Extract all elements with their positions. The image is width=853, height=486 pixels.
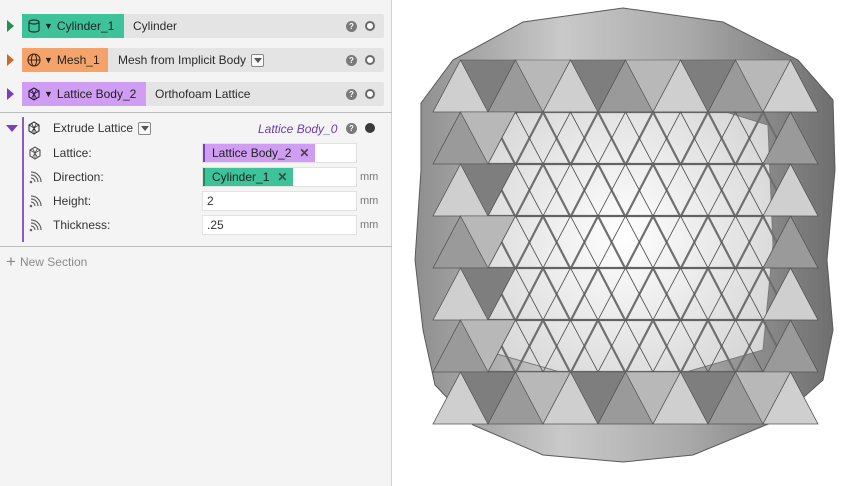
param-label: Lattice:	[53, 146, 92, 160]
help-icon[interactable]: ?	[346, 55, 357, 66]
chevron-down-icon[interactable]: ▼	[44, 89, 53, 99]
tag-label: Cylinder_1	[212, 170, 270, 184]
lattice-tag[interactable]: Lattice Body_2 ✕	[203, 144, 316, 162]
signal-icon	[29, 171, 42, 184]
help-icon[interactable]: ?	[346, 123, 357, 134]
param-label: Direction:	[53, 170, 104, 184]
extrude-title: Extrude Lattice	[53, 121, 134, 135]
param-row-height: Height: 2 mm	[24, 189, 384, 213]
node-name: Lattice Body_2	[56, 87, 137, 101]
node-row-cylinder[interactable]: ▼ Cylinder_1 Cylinder ?	[0, 11, 392, 41]
signal-icon	[29, 195, 42, 208]
left-panel: ▼ Cylinder_1 Cylinder ? ▼ Mesh_1 Mesh fr…	[0, 0, 392, 486]
signal-icon	[29, 219, 42, 232]
remove-icon[interactable]: ✕	[299, 146, 309, 160]
field-value: .25	[207, 218, 224, 232]
cylinder-pill[interactable]: ▼ Cylinder_1	[22, 14, 124, 38]
node-name: Cylinder_1	[56, 19, 115, 33]
extrude-lattice-block: Extrude Lattice Lattice Body_0 ? Lattice…	[0, 112, 392, 247]
help-icon[interactable]: ?	[346, 89, 357, 100]
help-icon[interactable]: ?	[346, 21, 357, 32]
node-description: Cylinder	[133, 19, 178, 33]
cylinder-icon	[28, 19, 40, 33]
extrude-title-wrap: Extrude Lattice	[53, 121, 152, 135]
lattice-body-pill[interactable]: ▼ Lattice Body_2	[22, 82, 146, 106]
visibility-icon[interactable]	[365, 89, 375, 99]
lattice-field[interactable]: Lattice Body_2 ✕	[202, 143, 357, 163]
lattice-cube-icon	[29, 146, 41, 160]
unit-label: mm	[360, 219, 379, 231]
lattice-render	[414, 7, 836, 463]
thickness-input[interactable]: .25	[202, 215, 357, 235]
tag-label: Lattice Body_2	[212, 146, 292, 160]
remove-icon[interactable]: ✕	[277, 170, 287, 184]
param-label: Height:	[53, 194, 92, 208]
lattice-cube-icon	[28, 87, 40, 101]
expand-arrow-icon[interactable]	[7, 54, 14, 66]
dropdown-icon[interactable]	[138, 121, 152, 135]
direction-field[interactable]: Cylinder_1 ✕	[202, 167, 357, 187]
node-row-mesh[interactable]: ▼ Mesh_1 Mesh from Implicit Body ?	[0, 45, 392, 75]
node-description-wrap: Mesh from Implicit Body	[118, 48, 265, 72]
unit-label: mm	[360, 171, 379, 183]
height-input[interactable]: 2	[202, 191, 357, 211]
param-label: Thickness:	[53, 218, 111, 232]
output-name: Lattice Body_0	[258, 122, 338, 136]
expand-arrow-icon[interactable]	[7, 20, 14, 32]
lattice-cube-icon	[26, 120, 42, 136]
field-value: 2	[207, 194, 214, 208]
node-description: Orthofoam Lattice	[155, 87, 251, 101]
dropdown-icon[interactable]	[251, 53, 265, 67]
mesh-pill[interactable]: ▼ Mesh_1	[22, 48, 108, 72]
node-row-lattice-body[interactable]: ▼ Lattice Body_2 Orthofoam Lattice ?	[0, 79, 392, 109]
globe-icon	[27, 53, 41, 67]
collapse-arrow-icon[interactable]	[6, 125, 18, 132]
param-row-direction: Direction: Cylinder_1 ✕ mm	[24, 165, 384, 189]
chevron-down-icon[interactable]: ▼	[44, 55, 53, 65]
param-row-lattice: Lattice: Lattice Body_2 ✕	[24, 141, 384, 165]
direction-tag[interactable]: Cylinder_1 ✕	[203, 168, 294, 186]
chevron-down-icon[interactable]: ▼	[44, 21, 53, 31]
3d-viewport[interactable]	[393, 0, 853, 486]
unit-label: mm	[360, 195, 379, 207]
node-name: Mesh_1	[56, 53, 100, 67]
expand-arrow-icon[interactable]	[7, 88, 14, 100]
visibility-icon[interactable]	[365, 55, 375, 65]
visibility-icon[interactable]	[365, 21, 375, 31]
param-row-thickness: Thickness: .25 mm	[24, 213, 384, 237]
plus-icon: +	[6, 252, 16, 271]
new-section-button[interactable]: + New Section	[6, 252, 88, 271]
visibility-icon[interactable]	[365, 123, 375, 133]
node-description: Mesh from Implicit Body	[118, 53, 247, 67]
new-section-label: New Section	[19, 255, 88, 269]
